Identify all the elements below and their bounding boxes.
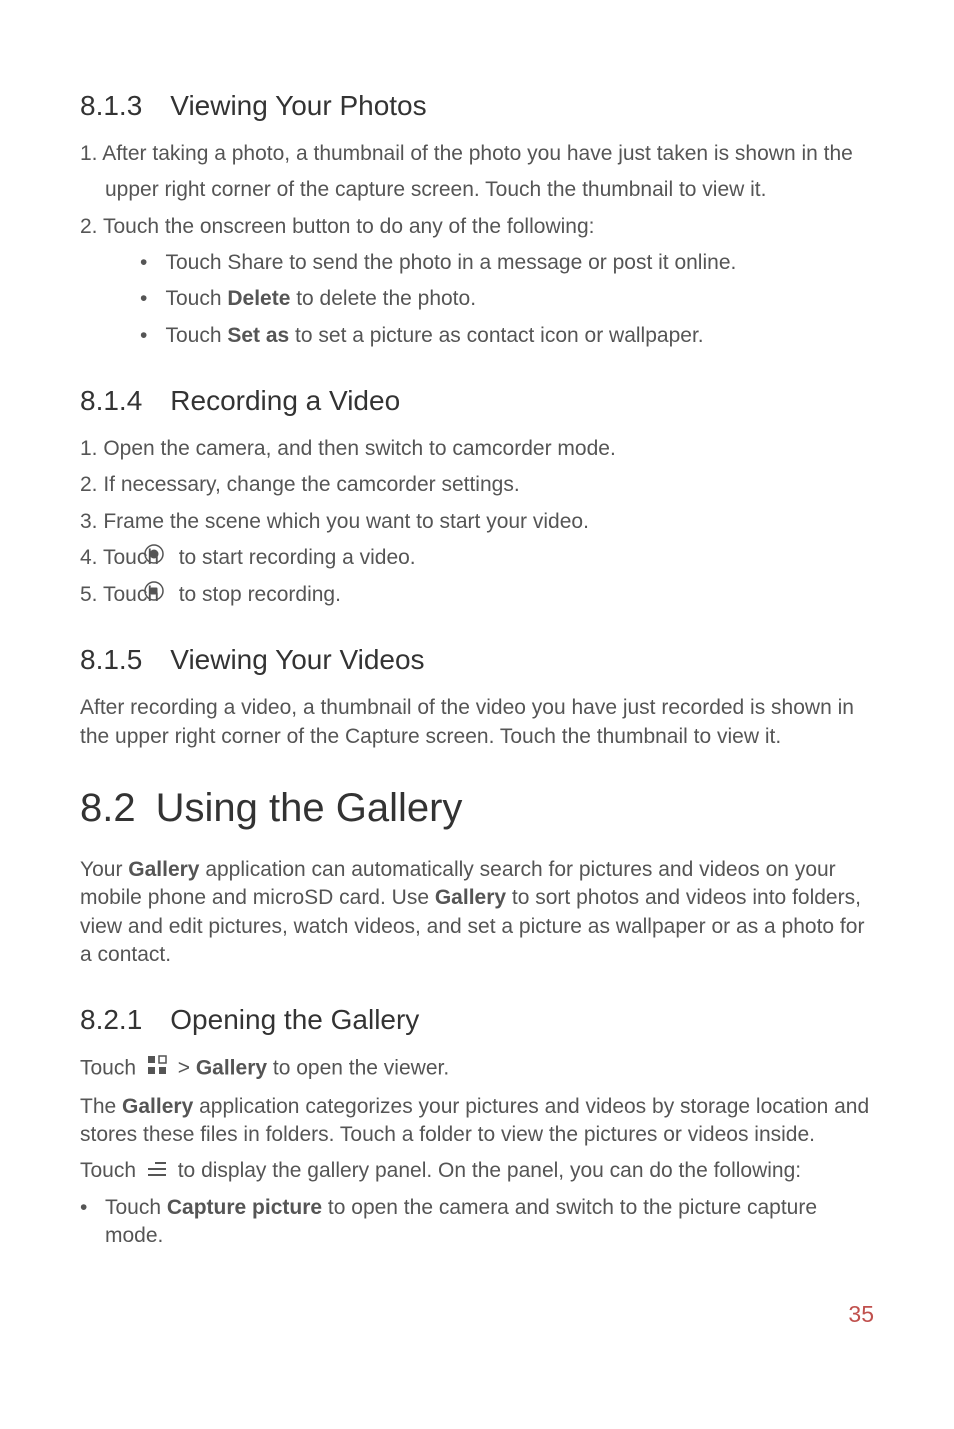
list-item-continuation: upper right corner of the capture screen…	[80, 176, 874, 204]
heading-8-1-3: 8.1.3 Viewing Your Photos	[80, 90, 874, 122]
list-item: 2. If necessary, change the camcorder se…	[80, 471, 874, 499]
bullet-text-part: Touch	[165, 324, 227, 347]
sub-bullet: Touch Set as to set a picture as contact…	[80, 322, 874, 350]
heading-8-2: 8.2 Using the Gallery	[80, 786, 874, 831]
list-item: 1. Open the camera, and then switch to c…	[80, 435, 874, 463]
bold-label: Delete	[227, 287, 290, 310]
text-part: to display the gallery panel. On the pan…	[178, 1159, 801, 1182]
list-item: 2. Touch the onscreen button to do any o…	[80, 213, 874, 241]
paragraph: After recording a video, a thumbnail of …	[80, 694, 874, 751]
bullet-item: •Touch Capture picture to open the camer…	[80, 1194, 874, 1251]
paragraph: Touch > Gallery to open the viewer.	[80, 1054, 874, 1084]
text-part: Your	[80, 858, 128, 881]
bullet-text-part: Touch	[165, 287, 227, 310]
text-part: application categorizes your pictures an…	[80, 1095, 869, 1146]
paragraph: Your Gallery application can automatical…	[80, 856, 874, 969]
bullet-marker: •	[80, 1194, 105, 1222]
heading-8-1-5: 8.1.5 Viewing Your Videos	[80, 644, 874, 676]
text-part: to open the viewer.	[267, 1057, 449, 1080]
sub-bullet: Touch Share to send the photo in a messa…	[80, 249, 874, 277]
list-item: 3. Frame the scene which you want to sta…	[80, 508, 874, 536]
list-item: 5. Touch to stop recording.	[80, 581, 874, 610]
bullet-text-part: to set a picture as contact icon or wall…	[289, 324, 703, 347]
bullet-text-part: to delete the photo.	[290, 287, 476, 310]
text-part: The	[80, 1095, 122, 1118]
bold-label: Gallery	[196, 1057, 267, 1080]
paragraph: The Gallery application categorizes your…	[80, 1093, 874, 1150]
heading-8-2-1: 8.2.1 Opening the Gallery	[80, 1004, 874, 1036]
text-part: Touch	[105, 1196, 167, 1219]
bold-label: Gallery	[122, 1095, 193, 1118]
text-part: >	[178, 1057, 196, 1080]
text-part: Touch	[80, 1159, 142, 1182]
paragraph: Touch to display the gallery panel. On t…	[80, 1157, 874, 1186]
heading-8-1-4: 8.1.4 Recording a Video	[80, 385, 874, 417]
bullet-text: Touch Share to send the photo in a messa…	[165, 251, 736, 274]
sub-bullet: Touch Delete to delete the photo.	[80, 285, 874, 313]
list-item: 1. After taking a photo, a thumbnail of …	[80, 140, 874, 168]
bold-label: Capture picture	[167, 1196, 322, 1219]
text-part: Touch	[80, 1057, 142, 1080]
menu-panel-icon	[146, 1158, 168, 1186]
list-item-text-part: to stop recording.	[179, 583, 341, 606]
page-number: 35	[80, 1301, 874, 1328]
list-item: 4. Touch to start recording a video.	[80, 544, 874, 573]
bold-label: Set as	[227, 324, 289, 347]
bold-label: Gallery	[128, 858, 199, 881]
apps-grid-icon	[146, 1054, 168, 1084]
bold-label: Gallery	[435, 886, 506, 909]
list-item-text-part: to start recording a video.	[179, 546, 416, 569]
